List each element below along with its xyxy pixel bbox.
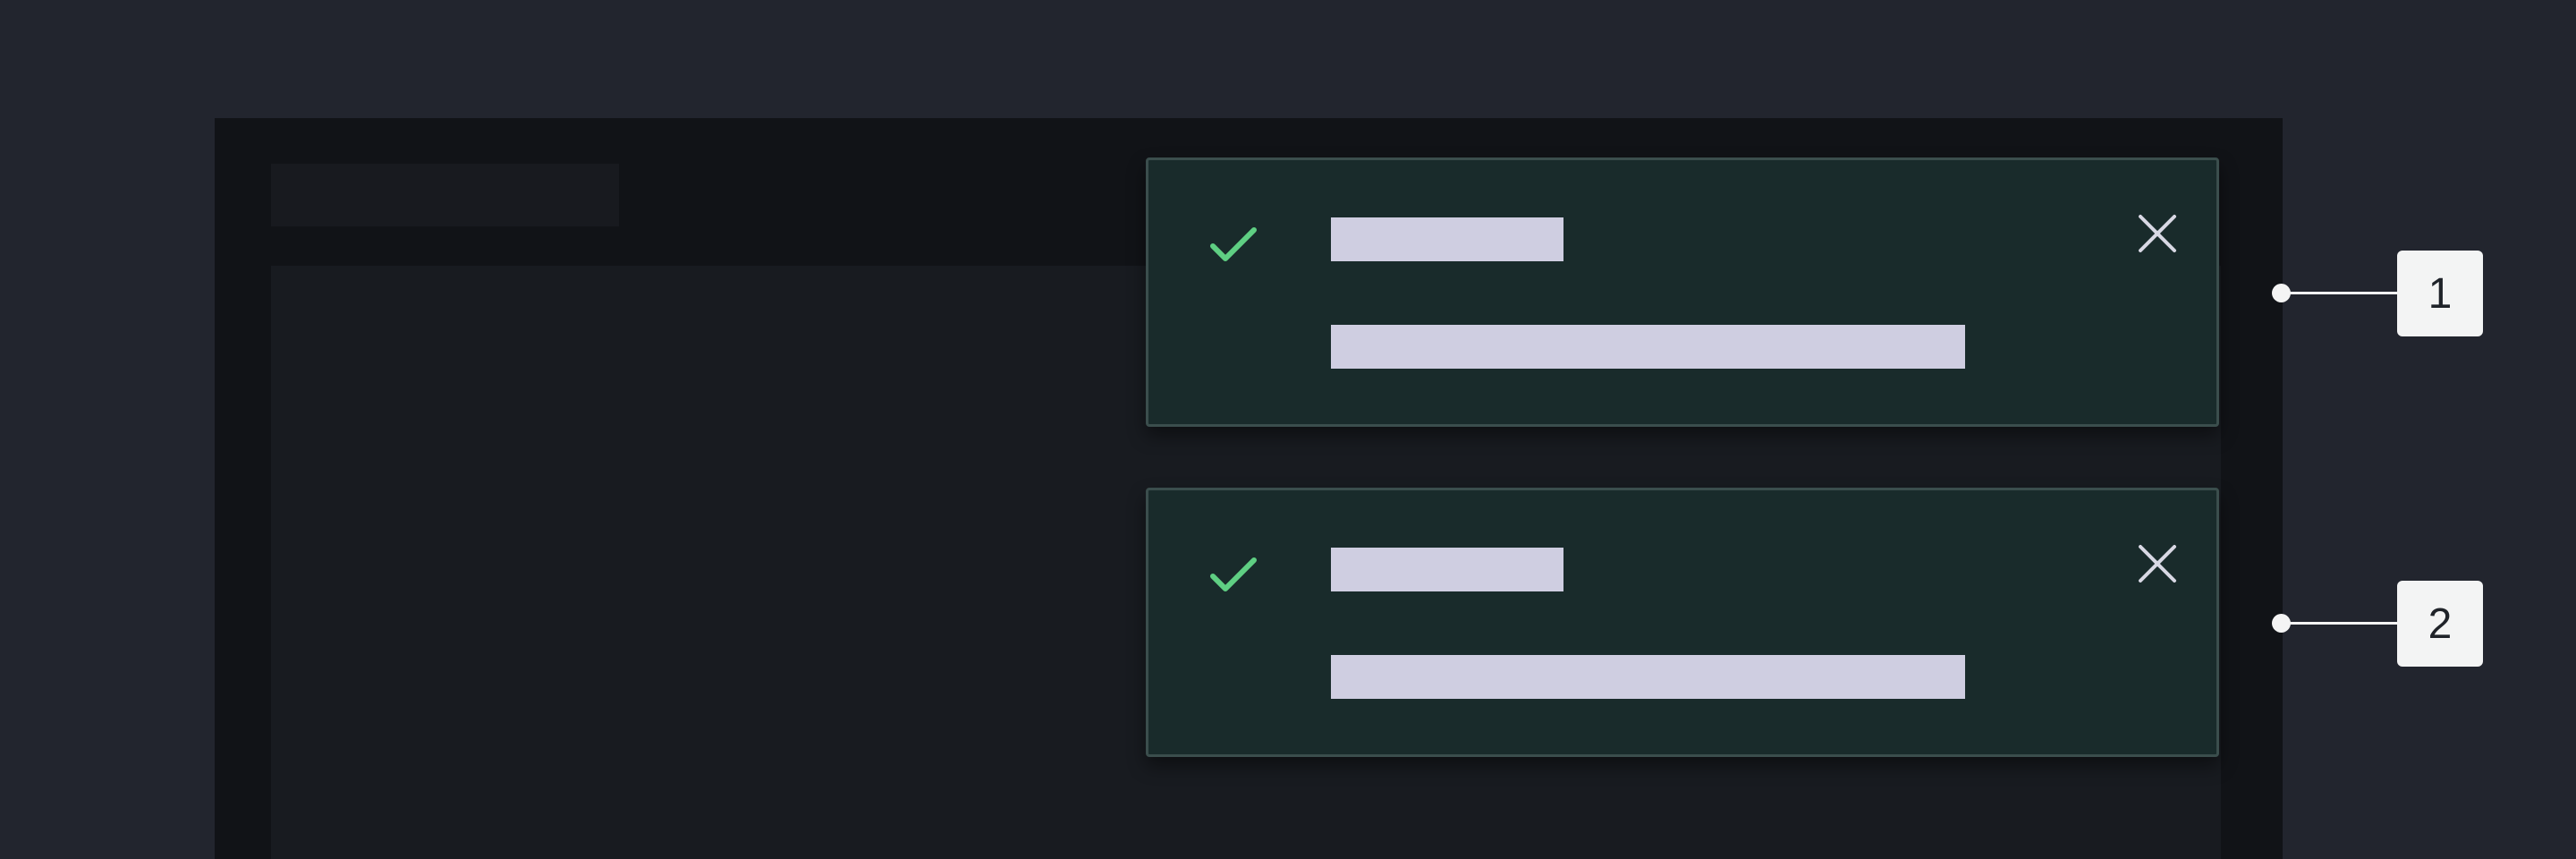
- toast-title-placeholder: [1331, 217, 1563, 261]
- callout-badge: 2: [2397, 581, 2483, 667]
- header-placeholder: [271, 164, 619, 226]
- callout-1: 1: [2272, 248, 2487, 337]
- success-toast-2: [1146, 488, 2219, 757]
- success-toast-1: [1146, 157, 2219, 427]
- close-icon[interactable]: [2130, 206, 2185, 261]
- checkmark-icon: [1206, 217, 1261, 273]
- toast-title-placeholder: [1331, 548, 1563, 591]
- callout-badge: 1: [2397, 251, 2483, 336]
- close-icon[interactable]: [2130, 536, 2185, 591]
- toast-message-placeholder: [1331, 325, 1965, 369]
- annotated-screenshot: 1 2: [0, 0, 2576, 859]
- callout-2: 2: [2272, 578, 2487, 668]
- callout-leader-line: [2283, 292, 2399, 294]
- callout-leader-line: [2283, 622, 2399, 625]
- checkmark-icon: [1206, 548, 1261, 603]
- toast-message-placeholder: [1331, 655, 1965, 699]
